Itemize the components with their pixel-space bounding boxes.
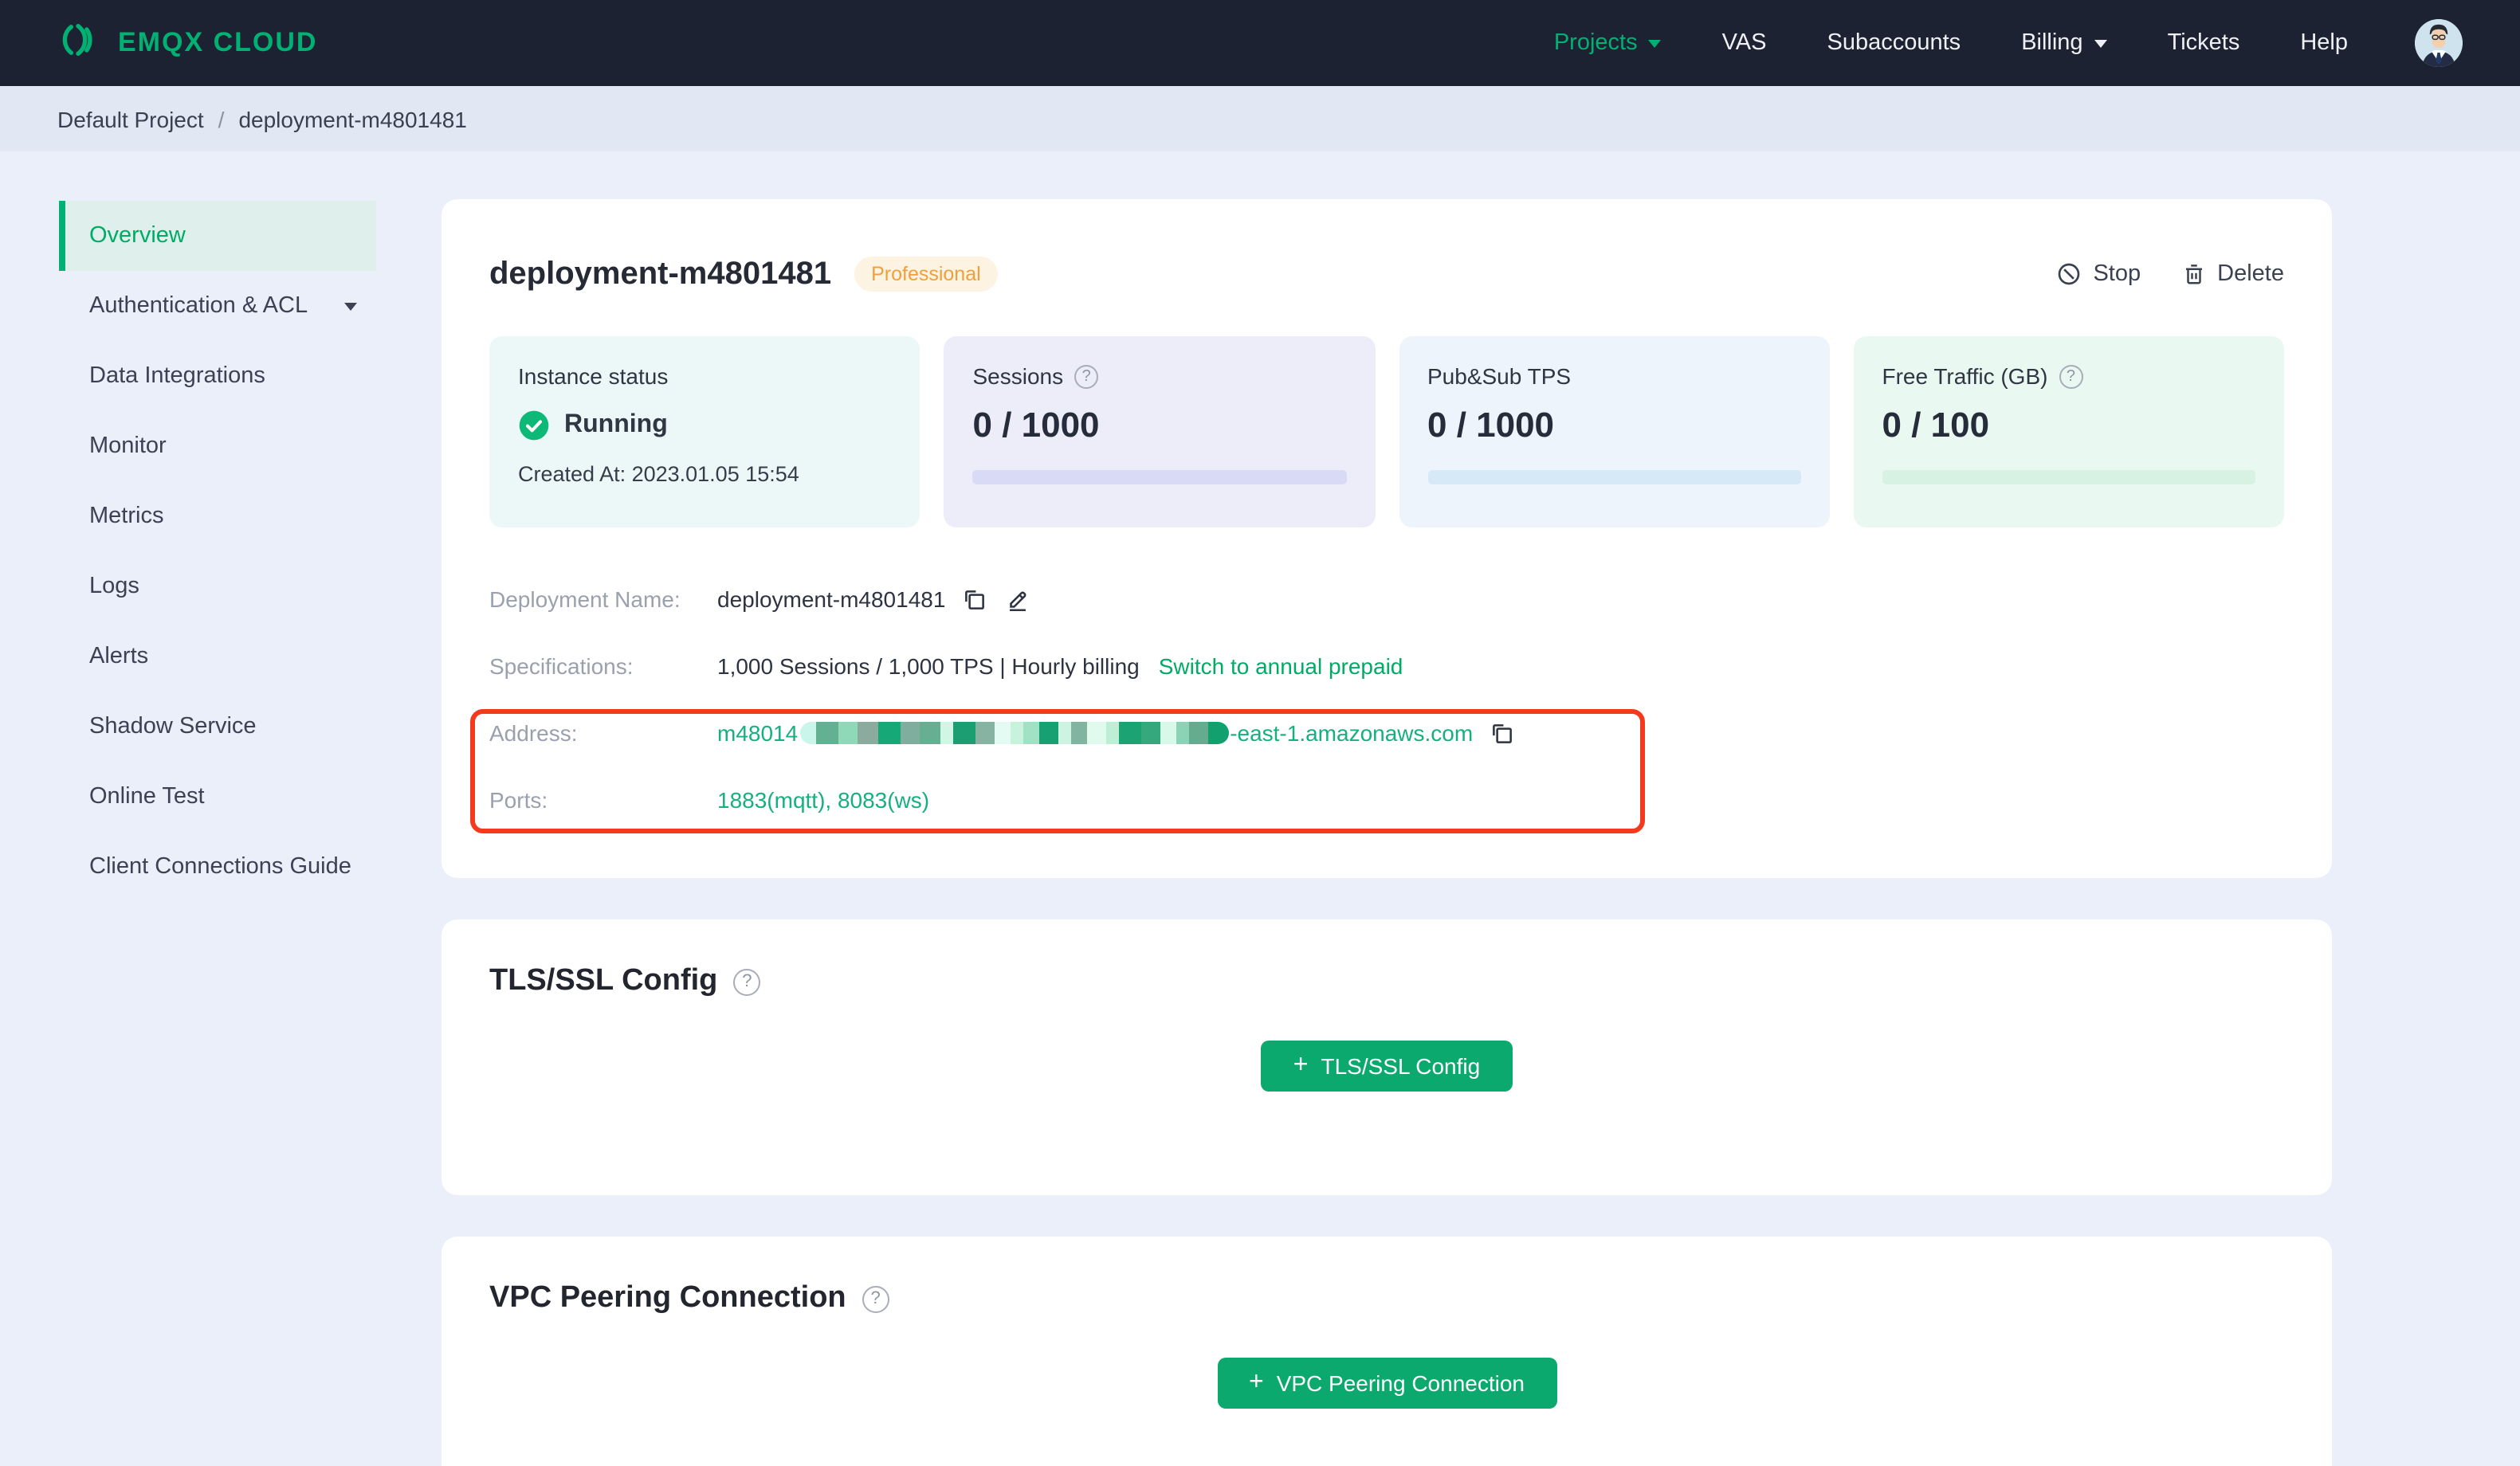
chevron-down-icon — [1648, 40, 1662, 48]
ports-label: Ports: — [489, 787, 548, 813]
free-traffic-value: 0 / 100 — [1882, 405, 1990, 445]
brand[interactable]: EMQX CLOUD — [57, 20, 317, 66]
user-avatar[interactable] — [2415, 19, 2463, 67]
plus-icon: + — [1293, 1051, 1309, 1078]
breadcrumb-project[interactable]: Default Project — [57, 106, 204, 131]
deployment-title-row: deployment-m4801481 Professional Stop De… — [489, 244, 2284, 304]
chevron-down-icon — [2094, 40, 2107, 48]
content: Overview Authentication & ACL Data Integ… — [0, 151, 2520, 1466]
trash-icon — [2186, 265, 2203, 284]
free-traffic-progress-bar — [1882, 470, 2255, 484]
sidebar-item-logs[interactable]: Logs — [59, 551, 376, 621]
add-tls-ssl-config-button[interactable]: + TLS/SSL Config — [1261, 1041, 1513, 1092]
help-icon[interactable]: ? — [1074, 364, 1099, 388]
vpc-peering-title: VPC Peering Connection — [489, 1281, 846, 1315]
sidebar-item-authentication-acl[interactable]: Authentication & ACL — [59, 271, 376, 341]
check-circle-icon — [519, 410, 549, 441]
breadcrumb-separator: / — [218, 106, 225, 131]
copy-icon — [1493, 723, 1513, 743]
deployment-title: deployment-m4801481 — [489, 256, 832, 291]
nav-item-help[interactable]: Help — [2300, 30, 2348, 56]
stat-cards: Instance status Running Created At: 2023… — [489, 336, 2284, 527]
plan-badge: Professional — [854, 257, 999, 292]
deployment-overview-card: deployment-m4801481 Professional Stop De… — [442, 199, 2332, 878]
sidebar-item-metrics[interactable]: Metrics — [59, 481, 376, 551]
brand-name: EMQX CLOUD — [118, 27, 318, 57]
specifications-value: 1,000 Sessions / 1,000 TPS | Hourly bill… — [717, 653, 1140, 679]
nav-item-billing[interactable]: Billing — [2021, 30, 2107, 56]
copy-button[interactable] — [961, 586, 988, 613]
deployment-name-label: Deployment Name: — [489, 586, 681, 612]
sidebar-item-alerts[interactable]: Alerts — [59, 621, 376, 692]
sidebar-item-monitor[interactable]: Monitor — [59, 411, 376, 481]
address-redaction — [799, 722, 1229, 744]
specifications-row: Specifications: 1,000 Sessions / 1,000 T… — [489, 633, 2284, 700]
add-vpc-peering-button[interactable]: + VPC Peering Connection — [1217, 1358, 1556, 1409]
specifications-label: Specifications: — [489, 653, 634, 679]
edit-pencil-icon — [1010, 590, 1026, 611]
help-icon[interactable]: ? — [733, 968, 761, 995]
sidebar: Overview Authentication & ACL Data Integ… — [0, 151, 442, 902]
sidebar-item-shadow-service[interactable]: Shadow Service — [59, 692, 376, 762]
copy-address-button[interactable] — [1489, 719, 1516, 747]
sidebar-item-overview[interactable]: Overview — [59, 201, 376, 271]
free-traffic-label: Free Traffic (GB) — [1882, 363, 2048, 389]
switch-annual-prepaid-link[interactable]: Switch to annual prepaid — [1159, 653, 1403, 679]
pubsub-tps-progress-bar — [1427, 470, 1801, 484]
nav-menu: Projects VAS Subaccounts Billing Tickets… — [1554, 19, 2463, 67]
ports-value: 1883(mqtt), 8083(ws) — [717, 787, 930, 813]
emqx-logo-icon — [57, 20, 99, 66]
address-row: Address: m48014 -east-1.amazonaws.com — [489, 700, 2284, 766]
pubsub-tps-card: Pub&Sub TPS 0 / 1000 — [1399, 336, 1830, 527]
stop-icon — [2059, 263, 2080, 285]
sessions-value: 0 / 1000 — [972, 405, 1100, 445]
nav-item-projects[interactable]: Projects — [1554, 30, 1662, 56]
instance-status-label: Instance status — [518, 363, 669, 389]
sessions-label: Sessions — [972, 363, 1064, 389]
pubsub-tps-value: 0 / 1000 — [1427, 405, 1555, 445]
address-label: Address: — [489, 720, 578, 746]
top-navbar: EMQX CLOUD Projects VAS Subaccounts Bill… — [0, 0, 2520, 86]
stop-button[interactable]: Stop — [2056, 261, 2141, 287]
plus-icon: + — [1249, 1368, 1264, 1395]
tls-ssl-title: TLS/SSL Config — [489, 964, 718, 998]
deployment-name-row: Deployment Name: deployment-m4801481 — [489, 566, 2284, 633]
delete-button[interactable]: Delete — [2182, 261, 2284, 287]
help-icon[interactable]: ? — [2059, 364, 2083, 388]
help-icon[interactable]: ? — [862, 1285, 889, 1312]
created-at: Created At: 2023.01.05 15:54 — [518, 462, 799, 486]
address-suffix: -east-1.amazonaws.com — [1230, 720, 1474, 746]
ports-row: Ports: 1883(mqtt), 8083(ws) — [489, 766, 2284, 833]
sessions-card: Sessions ? 0 / 1000 — [944, 336, 1375, 527]
instance-status-card: Instance status Running Created At: 2023… — [489, 336, 920, 527]
address-prefix: m48014 — [717, 720, 799, 746]
tls-ssl-card: TLS/SSL Config ? + TLS/SSL Config — [442, 919, 2332, 1195]
deployment-info-rows: Deployment Name: deployment-m4801481 Spe… — [470, 566, 2284, 833]
chevron-down-icon — [344, 302, 357, 310]
sidebar-item-online-test[interactable]: Online Test — [59, 762, 376, 832]
vpc-peering-card: VPC Peering Connection ? + VPC Peering C… — [442, 1237, 2332, 1466]
nav-item-tickets[interactable]: Tickets — [2168, 30, 2240, 56]
breadcrumb: Default Project / deployment-m4801481 — [0, 86, 2520, 151]
emqx-cloud-app: EMQX CLOUD Projects VAS Subaccounts Bill… — [0, 0, 2520, 1466]
breadcrumb-current: deployment-m4801481 — [238, 106, 467, 131]
free-traffic-card: Free Traffic (GB) ? 0 / 100 — [1853, 336, 2284, 527]
nav-item-subaccounts[interactable]: Subaccounts — [1827, 30, 1961, 56]
instance-status-value: Running — [518, 410, 892, 441]
main-panel: deployment-m4801481 Professional Stop De… — [442, 151, 2332, 1466]
edit-button[interactable] — [1004, 586, 1031, 613]
pubsub-tps-label: Pub&Sub TPS — [1427, 363, 1572, 389]
deployment-actions: Stop Delete — [2056, 261, 2284, 287]
nav-item-vas[interactable]: VAS — [1722, 30, 1767, 56]
sidebar-item-client-connections-guide[interactable]: Client Connections Guide — [59, 832, 376, 902]
copy-icon — [965, 590, 985, 609]
sessions-progress-bar — [972, 470, 1346, 484]
sidebar-item-data-integrations[interactable]: Data Integrations — [59, 341, 376, 411]
deployment-name-value: deployment-m4801481 — [717, 586, 946, 612]
